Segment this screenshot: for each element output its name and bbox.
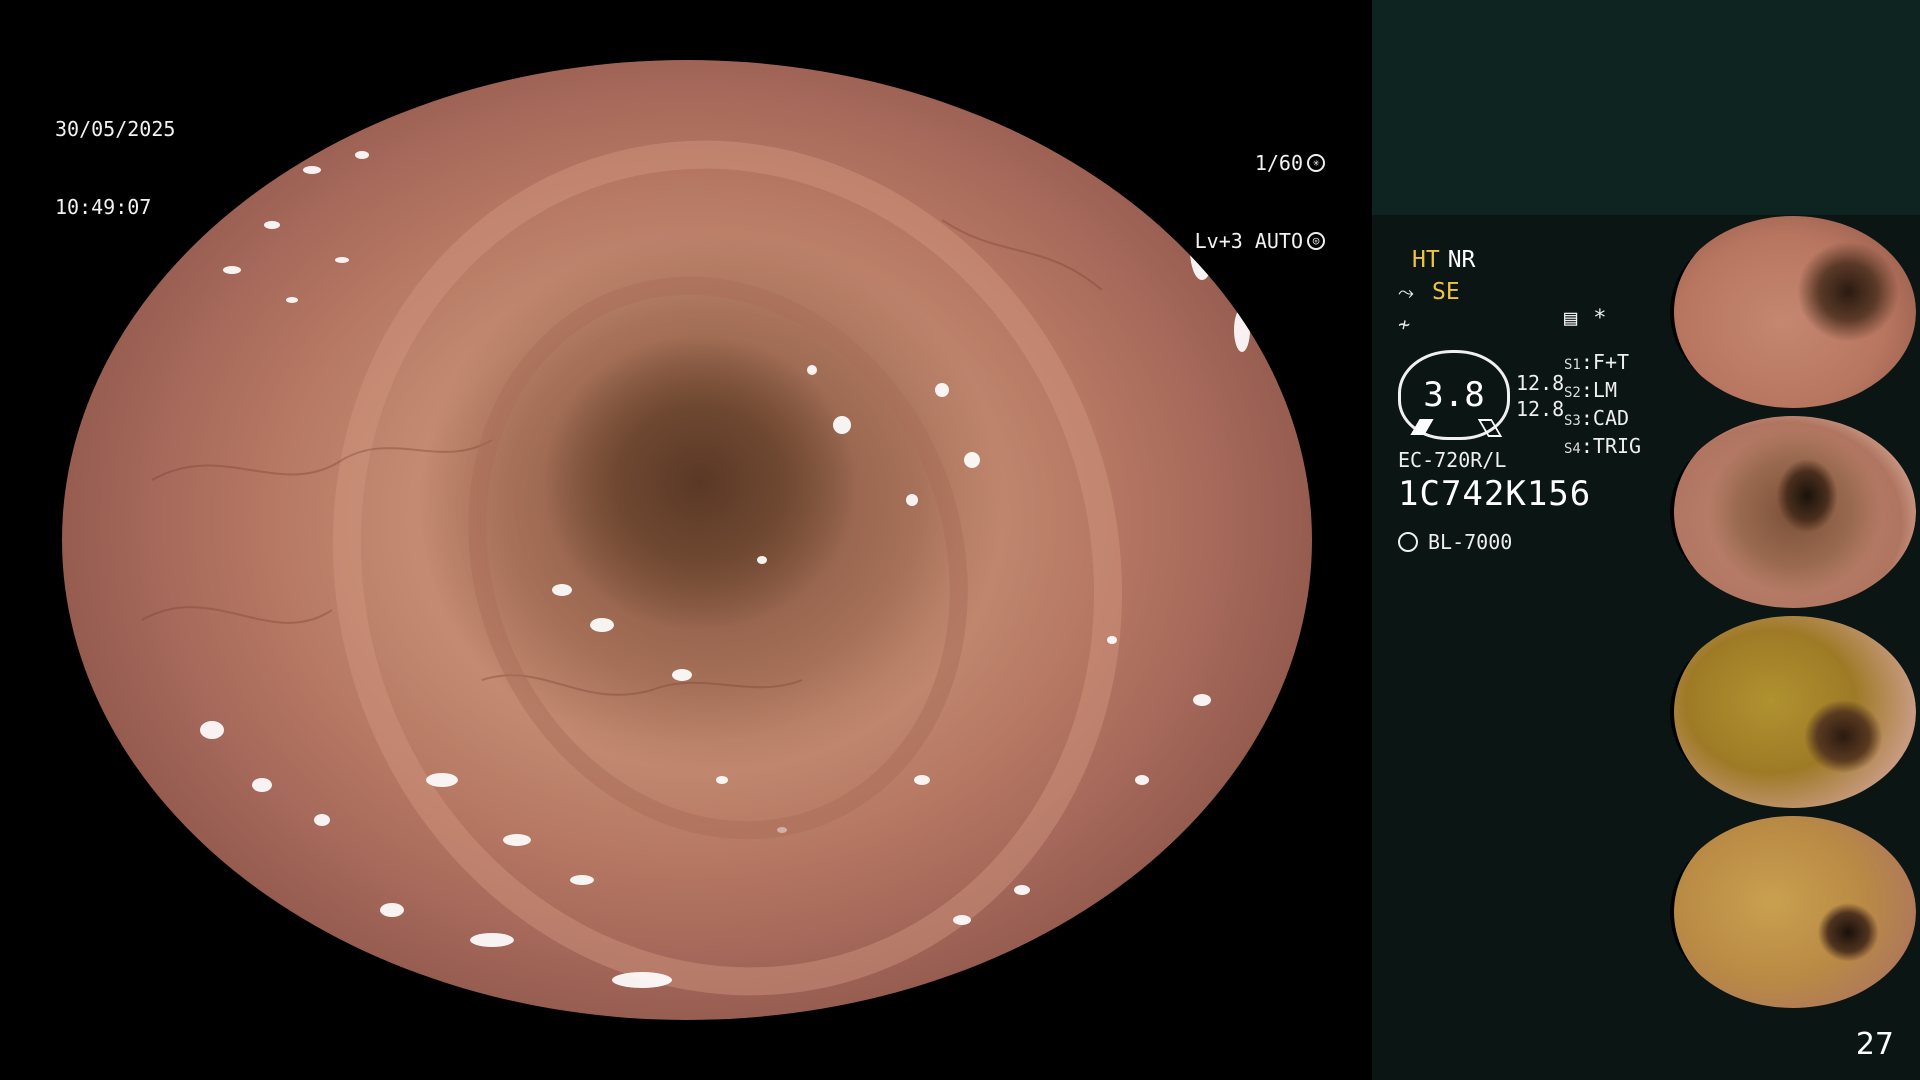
- shutter-icon: ✳: [1307, 154, 1325, 172]
- gauge-value: 3.8: [1423, 375, 1485, 415]
- image-count: 27: [1855, 1027, 1894, 1062]
- light-source-info: BL-7000: [1398, 530, 1512, 554]
- switch-setting-s1: S1:F+T: [1564, 350, 1630, 374]
- captured-thumbnail[interactable]: [1670, 216, 1916, 408]
- filter-icon: ≁: [1398, 312, 1411, 336]
- memory-icon: ▤: [1564, 306, 1578, 331]
- panel-icon-row: ▤ *: [1564, 306, 1607, 331]
- datetime-stamp: 30/05/2025 10:49:07: [55, 64, 175, 272]
- ht-mode-label: HT: [1412, 247, 1440, 273]
- switch-setting-s2: S2:LM: [1564, 378, 1617, 402]
- gauge-right-marker: [1477, 419, 1503, 437]
- gauge-value-1: 12.8: [1516, 371, 1565, 395]
- panel-header-area: [1372, 0, 1920, 215]
- switch-setting-s3: S3:CAD: [1564, 406, 1630, 430]
- light-source-label: BL-7000: [1428, 530, 1513, 554]
- se-mode-label: SE: [1432, 279, 1460, 305]
- gauge-dial: 3.8: [1398, 350, 1510, 440]
- endoscope-view: 30/05/2025 10:49:07 1/60 ✳ Lv+3 AUTO ◎: [0, 0, 1372, 1080]
- gauge-values: 12.8 12.8: [1516, 370, 1564, 422]
- switch-setting-s4: S4:TRIG: [1564, 434, 1642, 458]
- captured-images-strip: [1670, 216, 1920, 1016]
- captured-thumbnail[interactable]: [1670, 416, 1916, 608]
- shutter-speed-label: 1/60: [1254, 151, 1303, 175]
- mode-indicators: HT NR ⤳ SE ≁: [1398, 244, 1658, 340]
- scope-model-label: EC-720R/L: [1398, 448, 1507, 472]
- mucosa-highlights: [141, 75, 1250, 988]
- gauge-value-2: 12.8: [1516, 397, 1565, 421]
- level-mode-label: Lv+3 AUTO: [1194, 229, 1303, 253]
- captured-thumbnail[interactable]: [1670, 616, 1916, 808]
- captured-thumbnail[interactable]: [1670, 816, 1916, 1008]
- endoscopic-image: [62, 60, 1312, 1020]
- scope-serial-label: 1C742K156: [1398, 474, 1592, 514]
- exposure-info: 1/60 ✳ Lv+3 AUTO ◎: [1175, 98, 1325, 306]
- iris-icon: ◎: [1307, 232, 1325, 250]
- status-panel: HT NR ⤳ SE ≁ ▤ * 3.8 12.8 12.8 S1:F+T S2…: [1372, 0, 1920, 1080]
- nr-mode-label: NR: [1447, 247, 1476, 273]
- date-label: 30/05/2025: [55, 117, 176, 141]
- time-label: 10:49:07: [55, 195, 152, 219]
- scope-switch-settings: S1:F+T S2:LM S3:CAD S4:TRIG: [1564, 350, 1641, 462]
- structure-enhance-icon: ⤳: [1398, 280, 1414, 304]
- lamp-icon: [1398, 532, 1418, 552]
- gauge-left-marker: [1410, 419, 1434, 435]
- asterisk-label: *: [1593, 306, 1607, 331]
